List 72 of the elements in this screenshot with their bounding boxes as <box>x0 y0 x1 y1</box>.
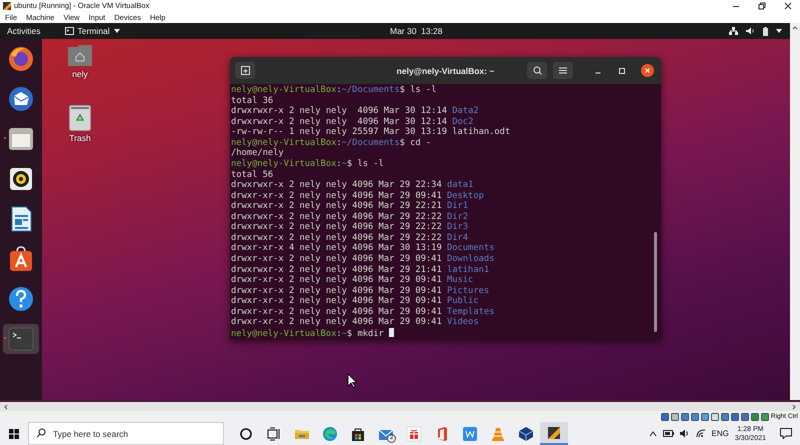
close-icon[interactable] <box>641 64 654 77</box>
taskbar-app-button[interactable] <box>540 422 568 445</box>
shopping-bag-icon[interactable] <box>350 426 366 442</box>
listing-line: drwxrwxr-x 2 nely nely 4096 Mar 29 22:22 Dir3 <box>231 222 468 233</box>
menu-button[interactable] <box>553 62 573 79</box>
output-line: /home/nely <box>231 148 284 159</box>
scrollbar-thumb[interactable] <box>654 232 657 332</box>
volume-icon[interactable] <box>746 27 755 35</box>
gift-icon[interactable] <box>406 426 422 442</box>
restore-icon[interactable] <box>758 2 766 10</box>
desktop-icon-label[interactable]: nely <box>72 69 88 79</box>
mouse-pointer-icon <box>347 373 357 388</box>
running-indicator <box>4 137 6 139</box>
home-folder-icon <box>67 43 93 67</box>
search-icon <box>36 428 46 438</box>
prompt-line: nely@nely-VirtualBox:~$ ls -l <box>231 158 384 170</box>
vertical-scrollbar[interactable] <box>790 23 800 400</box>
listing-line: drwxr-xr-x 4 nely nely 4096 Mar 30 13:19 Documents <box>231 243 494 254</box>
windows-logo-icon[interactable] <box>9 428 19 438</box>
caret-icon <box>114 29 120 33</box>
language-indicator[interactable]: ENG <box>712 429 729 438</box>
app-logo-icon[interactable] <box>546 424 562 440</box>
listing-line: drwxrwxr-x 2 nely nely 4096 Mar 29 22:34 data1 <box>231 180 474 191</box>
prompt-line: nely@nely-VirtualBox:~$ mkdir <box>231 328 394 340</box>
listing-line: drwxr-xr-x 2 nely nely 4096 Mar 29 09:41 Videos <box>231 317 479 328</box>
menu-icon <box>559 67 567 74</box>
battery-icon[interactable] <box>662 430 674 437</box>
app-logo-icon <box>3 2 11 10</box>
close-icon[interactable] <box>784 2 792 10</box>
desktop-icon-label[interactable]: Trash <box>69 133 91 143</box>
listing-line: drwxrwxr-x 2 nely nely 4096 Mar 29 22:22 Dir2 <box>231 212 468 222</box>
caret-icon[interactable] <box>648 430 656 436</box>
terminal-icon <box>64 27 74 35</box>
running-indicator <box>4 337 6 339</box>
caret-icon[interactable] <box>776 29 782 33</box>
listing-line: drwxrwxr-x 2 nely nely 4096 Mar 29 21:41 latihan1 <box>231 264 490 275</box>
output-line: total 56 <box>231 170 274 180</box>
listing-line: drwxr-xr-x 2 nely nely 4096 Mar 29 09:41 Public <box>231 296 479 307</box>
activities-button[interactable]: Activities <box>7 26 41 36</box>
volume-icon[interactable] <box>680 429 690 438</box>
search-button[interactable] <box>527 62 547 79</box>
listing-line: drwxr-xr-x 2 nely nely 4096 Mar 29 09:41 Pictures <box>231 286 490 296</box>
app-menu[interactable]: Terminal <box>64 26 120 36</box>
plus-tab-icon <box>240 66 250 75</box>
wps-icon[interactable] <box>462 426 478 442</box>
listing-line: drwxrwxr-x 2 nely nely 4096 Mar 29 22:21 Dir1 <box>231 201 468 212</box>
listing-line: -rw-rw-r-- 1 nely nely 25597 Mar 30 13:19 latihan.odt <box>231 127 510 138</box>
clock[interactable]: Mar 30 13:28 <box>390 26 442 36</box>
task-view-icon[interactable] <box>266 426 282 442</box>
caret-icon[interactable] <box>792 25 798 31</box>
trash-icon <box>69 105 91 131</box>
new-tab-button[interactable] <box>235 62 255 79</box>
network-icon[interactable] <box>729 27 738 35</box>
notification-icon[interactable] <box>780 428 792 439</box>
wifi-icon[interactable] <box>696 429 706 438</box>
output-line: total 36 <box>231 96 274 106</box>
listing-line: drwxrwxr-x 2 nely nely 4096 Mar 30 12:14 Doc2 <box>231 116 474 127</box>
window-title: nely@nely-VirtualBox: ~ <box>396 66 494 76</box>
prompt-line: nely@nely-VirtualBox:~/Documents$ cd - <box>231 138 432 148</box>
search-icon <box>532 66 542 75</box>
battery-icon[interactable] <box>763 26 768 36</box>
listing-line: drwxr-xr-x 2 nely nely 4096 Mar 29 09:41 Desktop <box>231 190 484 201</box>
listing-line: drwxr-xr-x 2 nely nely 4096 Mar 29 09:41 Templates <box>231 306 494 317</box>
cube-icon[interactable] <box>518 426 534 442</box>
listing-line: drwxrwxr-x 2 nely nely 4096 Mar 29 22:22 Dir4 <box>231 232 468 243</box>
listing-line: drwxrwxr-x 2 nely nely 4096 Mar 30 12:14 Data2 <box>231 106 479 117</box>
search-field[interactable]: Type here to search <box>28 422 224 445</box>
prompt-line: nely@nely-VirtualBox:~/Documents$ ls -l <box>231 85 436 96</box>
listing-line: drwxr-xr-x 2 nely nely 4096 Mar 29 09:41 Downloads <box>231 254 494 265</box>
listing-line: drwxr-xr-x 2 nely nely 4096 Mar 29 09:41 Music <box>231 275 474 286</box>
circle-icon[interactable] <box>238 426 254 442</box>
maximize-icon[interactable] <box>618 66 626 74</box>
